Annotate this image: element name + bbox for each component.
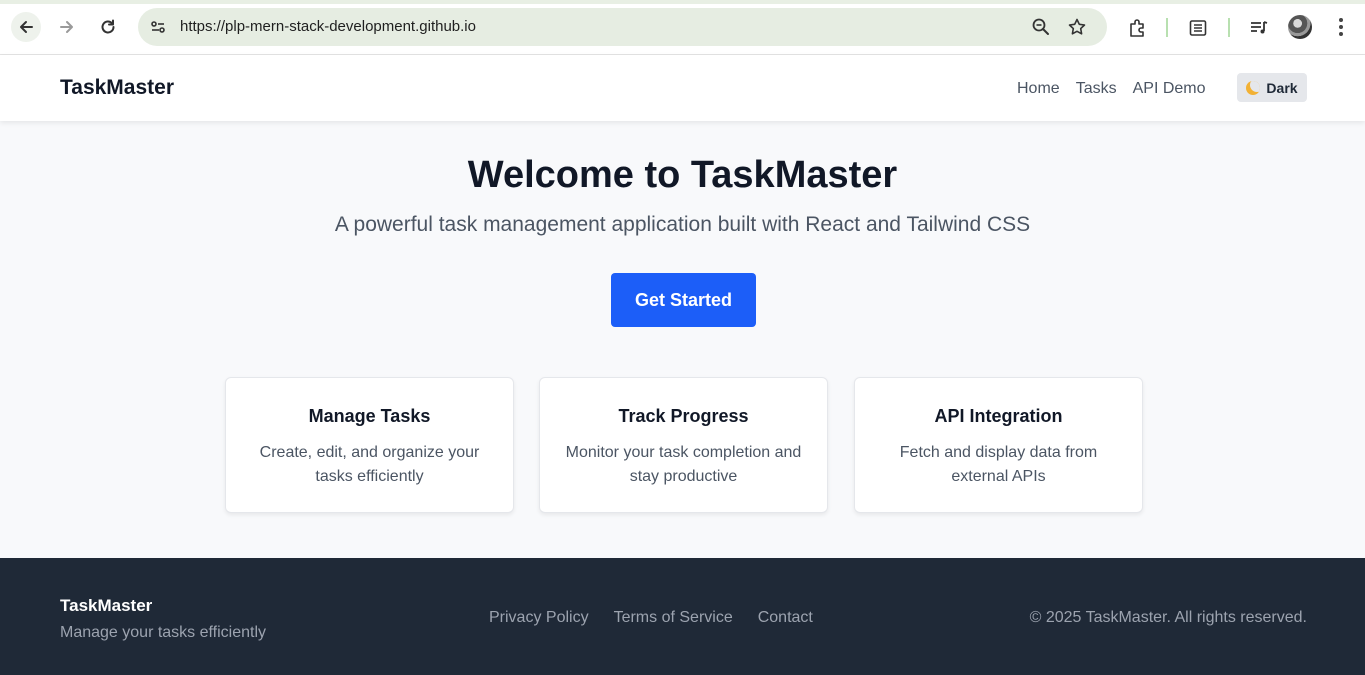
feature-card-api-integration: API Integration Fetch and display data f… xyxy=(854,377,1143,513)
footer-tagline: Manage your tasks efficiently xyxy=(60,624,267,641)
reading-list-button[interactable] xyxy=(1187,17,1209,39)
nav-link-api-demo[interactable]: API Demo xyxy=(1133,80,1206,98)
hero-title: Welcome to TaskMaster xyxy=(467,154,898,196)
extensions-icon xyxy=(1130,19,1144,37)
menu-kebab-icon[interactable] xyxy=(1331,15,1351,39)
nav-link-home[interactable]: Home xyxy=(1017,80,1060,98)
brand-logo[interactable]: TaskMaster xyxy=(60,76,174,100)
footer-copyright: © 2025 TaskMaster. All rights reserved. xyxy=(1029,609,1307,626)
back-arrow-icon xyxy=(20,21,33,33)
app-navbar: TaskMaster Home Tasks API Demo Dark xyxy=(0,55,1365,121)
url-text[interactable]: https://plp-mern-stack-development.githu… xyxy=(180,18,476,35)
footer-link-terms-of-service[interactable]: Terms of Service xyxy=(614,609,733,627)
site-info-button[interactable] xyxy=(144,13,172,41)
browser-toolbar: https://plp-mern-stack-development.githu… xyxy=(0,0,1365,55)
back-button[interactable] xyxy=(11,12,41,42)
site-info-icon xyxy=(151,21,165,33)
reading-list-icon xyxy=(1189,20,1207,36)
feature-card-description: Fetch and display data from external API… xyxy=(899,444,1098,485)
theme-toggle-label: Dark xyxy=(1266,79,1298,96)
toolbar-separator xyxy=(1228,18,1230,37)
feature-card-manage-tasks: Manage Tasks Create, edit, and organize … xyxy=(225,377,514,513)
reload-icon xyxy=(101,19,115,34)
feature-card-description: Monitor your task completion and stay pr… xyxy=(565,444,802,485)
media-control-button[interactable] xyxy=(1248,17,1270,39)
feature-card-description: Create, edit, and organize your tasks ef… xyxy=(259,444,480,485)
feature-card-title: Manage Tasks xyxy=(308,406,431,426)
feature-card-track-progress: Track Progress Monitor your task complet… xyxy=(539,377,828,513)
moon-icon xyxy=(1246,80,1261,95)
footer-link-privacy-policy[interactable]: Privacy Policy xyxy=(489,609,589,627)
hero-subtitle: A powerful task management application b… xyxy=(334,213,1031,236)
bookmark-star-icon[interactable] xyxy=(1067,17,1087,37)
get-started-button[interactable]: Get Started xyxy=(611,273,756,327)
nav-link-tasks[interactable]: Tasks xyxy=(1076,80,1117,98)
nav-links: Home Tasks API Demo xyxy=(1017,80,1206,98)
forward-button[interactable] xyxy=(52,12,82,42)
footer-brand: TaskMaster xyxy=(60,596,153,615)
profile-avatar[interactable] xyxy=(1288,15,1312,39)
zoom-icon[interactable] xyxy=(1031,17,1051,37)
feature-card-title: Track Progress xyxy=(618,406,749,426)
theme-toggle-button[interactable]: Dark xyxy=(1237,73,1307,102)
footer-link-contact[interactable]: Contact xyxy=(758,609,813,627)
forward-arrow-icon xyxy=(60,21,73,33)
toolbar-separator xyxy=(1166,18,1168,37)
extensions-button[interactable] xyxy=(1126,17,1148,39)
footer: TaskMaster Manage your tasks efficiently… xyxy=(0,558,1365,675)
reload-button[interactable] xyxy=(93,12,123,42)
footer-links: Privacy Policy Terms of Service Contact xyxy=(489,609,813,627)
media-control-icon xyxy=(1251,21,1268,34)
feature-card-title: API Integration xyxy=(934,406,1063,426)
address-bar[interactable]: https://plp-mern-stack-development.githu… xyxy=(138,8,1107,46)
